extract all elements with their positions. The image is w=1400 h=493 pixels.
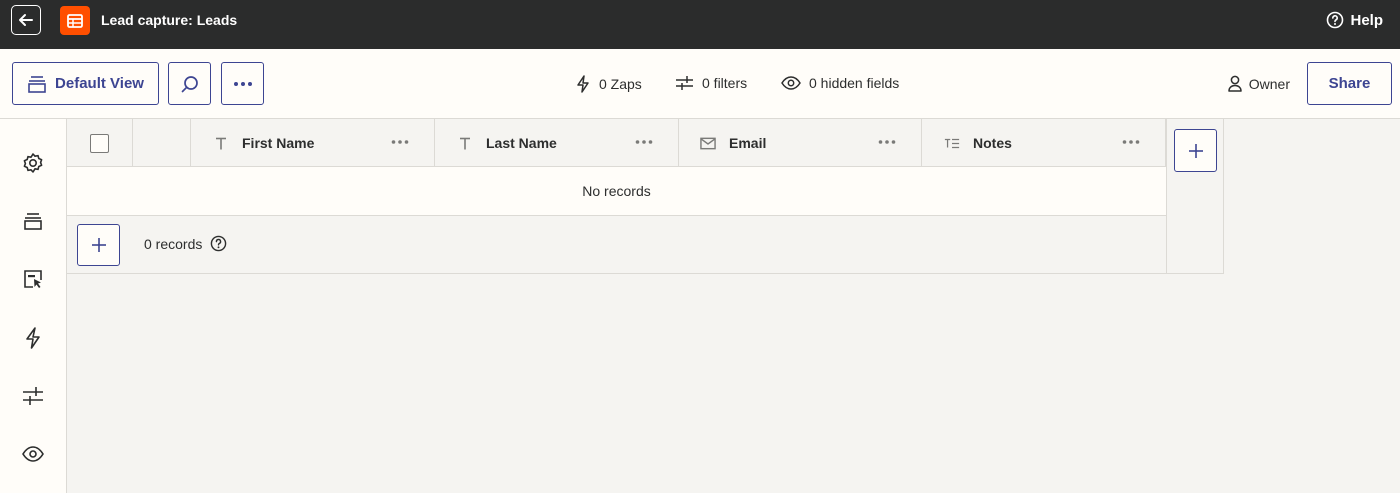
plus-icon (91, 238, 106, 252)
column-header-last-name[interactable]: Last Name (435, 119, 679, 167)
eye-icon (781, 76, 801, 90)
owner-label: Owner (1248, 75, 1290, 92)
owner-indicator[interactable]: Owner (1228, 75, 1290, 92)
hidden-fields-label: 0 hidden fields (809, 75, 900, 91)
lightning-icon (577, 75, 589, 93)
plus-icon (1188, 143, 1203, 158)
column-header-notes[interactable]: Notes (922, 119, 1166, 167)
search-icon (181, 75, 198, 92)
share-button[interactable]: Share (1307, 62, 1392, 105)
filter-toggle-icon[interactable] (20, 383, 46, 409)
arrow-left-icon (19, 14, 33, 26)
view-label: Default View (55, 75, 144, 92)
column-label: Email (729, 135, 767, 151)
select-all-checkbox[interactable] (90, 133, 109, 153)
column-label: First Name (242, 135, 315, 151)
help-label: Help (1350, 11, 1383, 29)
column-menu-icon[interactable] (391, 134, 409, 153)
email-type-icon (700, 137, 716, 150)
help-circle-icon[interactable] (210, 235, 227, 252)
text-type-icon (213, 137, 229, 150)
page-title: Lead capture: Leads (101, 12, 238, 28)
eye-icon[interactable] (20, 441, 46, 467)
column-header-first-name[interactable]: First Name (191, 119, 435, 167)
sidebar (0, 119, 67, 493)
empty-state-row: No records (67, 167, 1166, 216)
toolbar: Default View 0 Zaps 0 filters 0 hidden f… (0, 49, 1400, 119)
filters-indicator[interactable]: 0 filters (675, 75, 747, 91)
add-field-button[interactable] (1174, 129, 1217, 172)
search-button[interactable] (168, 62, 211, 105)
table-header: First Name Last Name Email Notes (67, 119, 1166, 167)
view-icon (28, 75, 46, 93)
zaps-label: 0 Zaps (599, 76, 642, 92)
column-menu-icon[interactable] (878, 134, 896, 153)
long-text-type-icon (944, 137, 960, 150)
column-header-email[interactable]: Email (678, 119, 922, 167)
filter-toggle-icon (676, 76, 693, 90)
user-icon (1228, 75, 1242, 92)
column-label: Last Name (486, 135, 557, 151)
empty-message: No records (582, 183, 651, 199)
more-options-button[interactable] (221, 62, 264, 105)
interface-icon[interactable] (20, 266, 46, 292)
column-menu-icon[interactable] (635, 134, 653, 153)
text-type-icon (457, 137, 473, 150)
view-selector-button[interactable]: Default View (12, 62, 159, 105)
back-button[interactable] (11, 5, 41, 35)
more-horizontal-icon (233, 81, 252, 86)
views-icon[interactable] (20, 208, 46, 234)
add-field-column (1166, 119, 1224, 274)
tables-logo-icon (60, 6, 90, 35)
top-bar: Lead capture: Leads Help (0, 0, 1400, 49)
help-circle-icon (1327, 11, 1344, 29)
help-link[interactable]: Help (1326, 11, 1383, 29)
filters-label: 0 filters (702, 75, 748, 91)
hidden-fields-indicator[interactable]: 0 hidden fields (781, 75, 899, 91)
lightning-icon[interactable] (20, 325, 46, 351)
zaps-indicator[interactable]: 0 Zaps (575, 75, 642, 93)
record-count-label: 0 records (144, 235, 203, 252)
record-count: 0 records (144, 235, 227, 252)
table-footer: 0 records (67, 216, 1166, 274)
select-all-cell (67, 119, 133, 167)
add-record-button[interactable] (77, 224, 120, 266)
settings-gear-icon[interactable] (20, 150, 46, 176)
column-label: Notes (973, 135, 1012, 151)
column-menu-icon[interactable] (1122, 134, 1140, 153)
row-number-header (133, 119, 191, 167)
